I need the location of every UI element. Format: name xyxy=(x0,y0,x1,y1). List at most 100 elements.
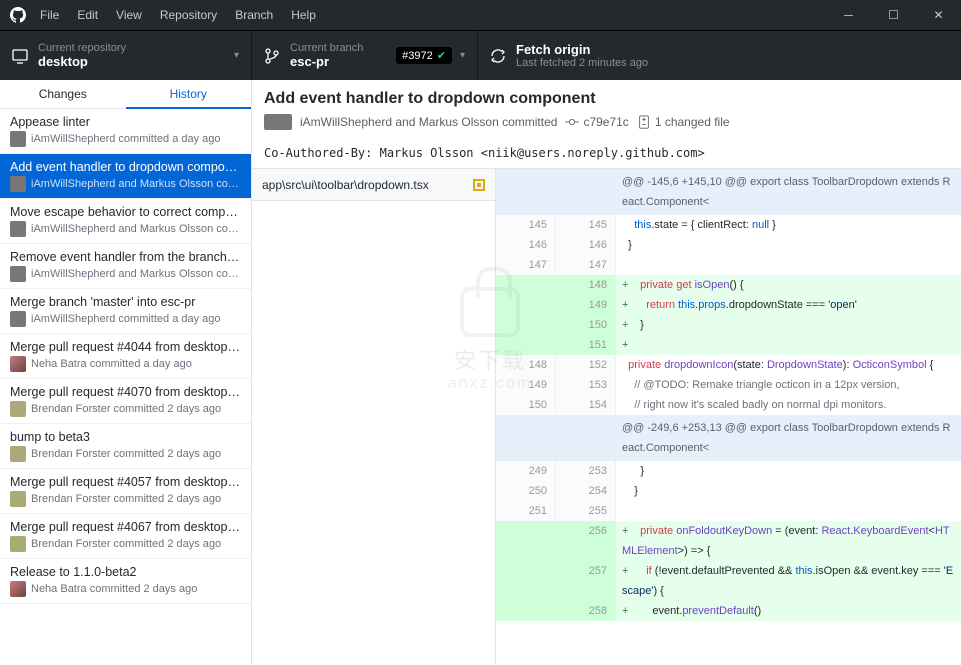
avatar xyxy=(10,356,26,372)
commit-title: Merge branch 'master' into esc-pr xyxy=(10,295,241,309)
avatar xyxy=(10,221,26,237)
commit-item[interactable]: Merge pull request #4070 from desktop/… … xyxy=(0,379,251,424)
commit-item[interactable]: Release to 1.1.0-beta2 Neha Batra commit… xyxy=(0,559,251,604)
diff-line-add: 149+ return this.props.dropdownState ===… xyxy=(496,295,961,315)
commit-description: Co-Authored-By: Markus Olsson <niik@user… xyxy=(252,138,961,169)
commit-title: Add event handler to dropdown component xyxy=(264,90,949,108)
check-icon: ✔ xyxy=(437,49,446,62)
commit-title: Merge pull request #4070 from desktop/… xyxy=(10,385,241,399)
avatar xyxy=(10,311,26,327)
app-menu: File Edit View Repository Branch Help xyxy=(40,8,826,22)
diff-line-add: 258+ event.preventDefault() xyxy=(496,601,961,621)
menu-edit[interactable]: Edit xyxy=(77,8,98,22)
menu-help[interactable]: Help xyxy=(291,8,316,22)
diff-hunk: @@ -145,6 +145,10 @@ export class Toolba… xyxy=(496,169,961,215)
window-controls: ─ ☐ ✕ xyxy=(826,0,961,30)
diff-line-add: 256+ private onFoldoutKeyDown = (event: … xyxy=(496,521,961,561)
repo-dropdown[interactable]: Current repository desktop ▾ xyxy=(0,31,252,80)
commit-item[interactable]: Merge pull request #4057 from desktop/… … xyxy=(0,469,251,514)
commit-list[interactable]: Appease linter iAmWillShepherd committed… xyxy=(0,109,251,665)
commit-title: Move escape behavior to correct compo… xyxy=(10,205,241,219)
commit-title: Add event handler to dropdown compon… xyxy=(10,160,241,174)
commit-item[interactable]: Remove event handler from the branches..… xyxy=(0,244,251,289)
tab-changes[interactable]: Changes xyxy=(0,80,126,109)
branch-label: Current branch xyxy=(290,42,363,54)
chevron-down-icon: ▾ xyxy=(234,50,239,61)
chevron-down-icon: ▾ xyxy=(460,50,465,61)
commit-meta: Brendan Forster committed 2 days ago xyxy=(31,538,221,550)
avatar xyxy=(10,581,26,597)
menu-branch[interactable]: Branch xyxy=(235,8,273,22)
avatar xyxy=(10,491,26,507)
pr-number: #3972 xyxy=(402,50,433,62)
close-button[interactable]: ✕ xyxy=(916,0,961,30)
commit-icon xyxy=(565,115,579,129)
diff-line: 251255 xyxy=(496,501,961,521)
commit-title: Merge pull request #4067 from desktop/… xyxy=(10,520,241,534)
avatar xyxy=(10,536,26,552)
diff-line-add: 148+ private get isOpen() { xyxy=(496,275,961,295)
fetch-label: Fetch origin xyxy=(516,42,648,57)
maximize-button[interactable]: ☐ xyxy=(871,0,916,30)
commit-meta: iAmWillShepherd and Markus Olsson co… xyxy=(31,178,239,190)
github-icon xyxy=(10,7,26,23)
commit-item[interactable]: Add event handler to dropdown compon… iA… xyxy=(0,154,251,199)
commit-sha[interactable]: c79e71c xyxy=(565,115,628,129)
commit-meta: iAmWillShepherd and Markus Olsson co… xyxy=(31,268,239,280)
branch-dropdown[interactable]: Current branch esc-pr #3972 ✔ ▾ xyxy=(252,31,478,80)
branch-name: esc-pr xyxy=(290,54,363,69)
diff-line-add: 151+ xyxy=(496,335,961,355)
commit-meta: Brendan Forster committed 2 days ago xyxy=(31,493,221,505)
sync-icon xyxy=(490,48,506,64)
minimize-button[interactable]: ─ xyxy=(826,0,871,30)
commit-item[interactable]: Merge pull request #4044 from desktop/… … xyxy=(0,334,251,379)
commit-meta: Neha Batra committed a day ago xyxy=(31,358,192,370)
content: Add event handler to dropdown component … xyxy=(252,80,961,665)
commit-title: Remove event handler from the branches.. xyxy=(10,250,241,264)
fetch-sub: Last fetched 2 minutes ago xyxy=(516,57,648,69)
avatar xyxy=(10,176,26,192)
commit-item[interactable]: bump to beta3 Brendan Forster committed … xyxy=(0,424,251,469)
pr-badge[interactable]: #3972 ✔ xyxy=(396,47,452,64)
commit-authors: iAmWillShepherd and Markus Olsson commit… xyxy=(300,115,557,129)
diff-line: 150154 // right now it's scaled badly on… xyxy=(496,395,961,415)
avatar xyxy=(10,446,26,462)
sidebar: Changes History Appease linter iAmWillSh… xyxy=(0,80,252,665)
commit-item[interactable]: Merge pull request #4067 from desktop/… … xyxy=(0,514,251,559)
diff-line: 148152 private dropdownIcon(state: Dropd… xyxy=(496,355,961,375)
fetch-button[interactable]: Fetch origin Last fetched 2 minutes ago xyxy=(478,31,961,80)
menu-view[interactable]: View xyxy=(116,8,142,22)
menu-repository[interactable]: Repository xyxy=(160,8,217,22)
repo-label: Current repository xyxy=(38,42,126,54)
avatar xyxy=(276,114,292,130)
main-toolbar: Current repository desktop ▾ Current bra… xyxy=(0,30,961,80)
commit-title: Merge pull request #4057 from desktop/… xyxy=(10,475,241,489)
commit-title: Merge pull request #4044 from desktop/… xyxy=(10,340,241,354)
file-row[interactable]: app\src\ui\toolbar\dropdown.tsx xyxy=(252,169,495,201)
commit-meta: iAmWillShepherd committed a day ago xyxy=(31,133,221,145)
commit-item[interactable]: Move escape behavior to correct compo… i… xyxy=(0,199,251,244)
repo-name: desktop xyxy=(38,54,126,69)
commit-meta: Neha Batra committed 2 days ago xyxy=(31,583,197,595)
desktop-icon xyxy=(12,48,28,64)
changed-files[interactable]: 1 changed file xyxy=(637,115,730,129)
commit-title: Release to 1.1.0-beta2 xyxy=(10,565,241,579)
commit-header: Add event handler to dropdown component … xyxy=(252,80,961,138)
commit-item[interactable]: Merge branch 'master' into esc-pr iAmWil… xyxy=(0,289,251,334)
diff-line: 149153 // @TODO: Remake triangle octicon… xyxy=(496,375,961,395)
menu-file[interactable]: File xyxy=(40,8,59,22)
diff-view[interactable]: @@ -145,6 +145,10 @@ export class Toolba… xyxy=(496,169,961,665)
tab-history[interactable]: History xyxy=(126,80,252,109)
file-tree: app\src\ui\toolbar\dropdown.tsx xyxy=(252,169,496,665)
commit-item[interactable]: Appease linter iAmWillShepherd committed… xyxy=(0,109,251,154)
diff-line: 147147 xyxy=(496,255,961,275)
commit-meta: iAmWillShepherd committed a day ago xyxy=(31,313,221,325)
diff-icon xyxy=(637,115,651,129)
author-avatars xyxy=(264,114,292,130)
diff-hunk: @@ -249,6 +253,13 @@ export class Toolba… xyxy=(496,415,961,461)
commit-meta: iAmWillShepherd and Markus Olsson co… xyxy=(31,223,239,235)
commit-meta: Brendan Forster committed 2 days ago xyxy=(31,448,221,460)
diff-line: 250254 } xyxy=(496,481,961,501)
diff-line: 146146 } xyxy=(496,235,961,255)
diff-line-add: 150+ } xyxy=(496,315,961,335)
